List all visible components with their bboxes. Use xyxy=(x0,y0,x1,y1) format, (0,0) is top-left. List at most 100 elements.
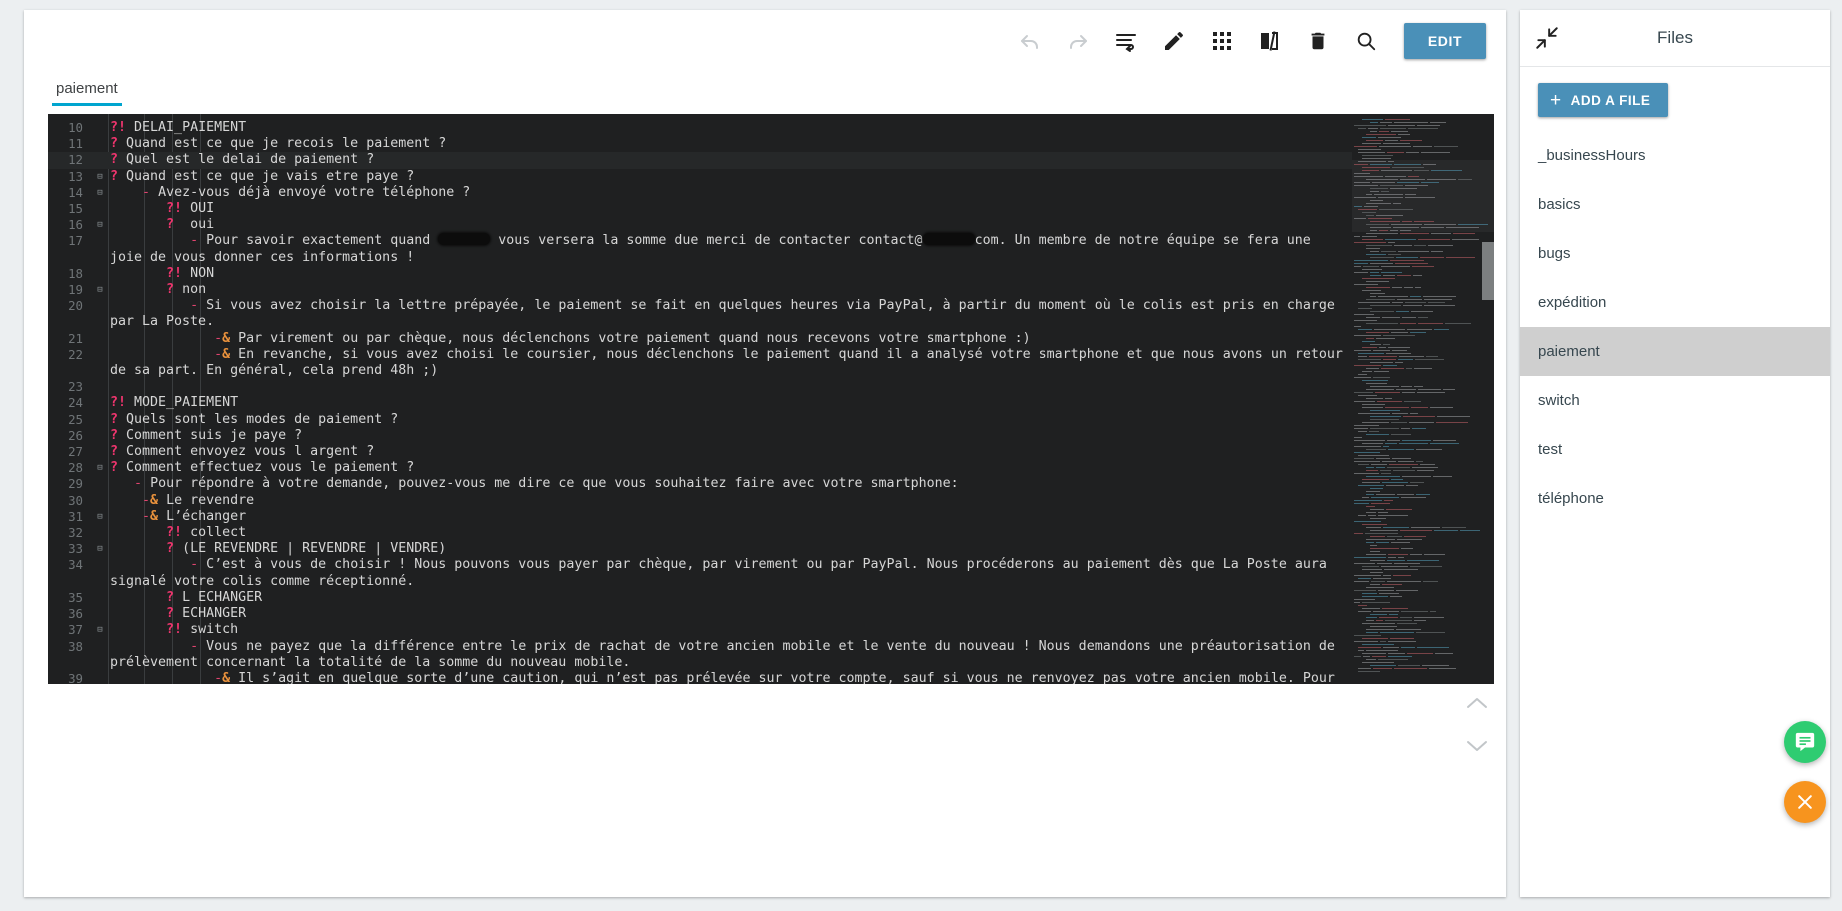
fold-toggle-icon[interactable]: ⊟ xyxy=(92,282,108,298)
code-line[interactable]: 17 - Pour savoir exactement quand vous v… xyxy=(48,233,1352,265)
minimap-segment xyxy=(1381,472,1391,475)
code-editor[interactable]: 10 ?! DELAI_PAIEMENT 11 ? Quand est ce que … xyxy=(48,114,1494,684)
redo-icon[interactable] xyxy=(1054,17,1102,65)
minimap-scrollbar[interactable] xyxy=(1482,242,1494,300)
minimap-segment xyxy=(1366,448,1387,451)
scroll-up-icon[interactable] xyxy=(1466,696,1488,715)
minimap-segment xyxy=(1372,577,1391,580)
edit-button[interactable]: EDIT xyxy=(1404,23,1486,59)
code-line[interactable]: 20 - Si vous avez choisir la lettre prép… xyxy=(48,298,1352,330)
code-line[interactable]: 26 ? Comment suis je paye ? xyxy=(48,428,1352,444)
collapse-icon[interactable] xyxy=(1534,25,1560,51)
code-line[interactable]: 28 ⊟? Comment effectuez vous le paiement … xyxy=(48,460,1352,476)
close-fab[interactable] xyxy=(1784,781,1826,823)
minimap-segment xyxy=(1380,631,1414,634)
code-line[interactable]: 38 - Vous ne payez que la différence ent… xyxy=(48,639,1352,671)
minimap-segment xyxy=(1366,202,1391,205)
tab-paiement[interactable]: paiement xyxy=(52,81,122,106)
code-line[interactable]: 11 ? Quand est ce que je recois le paieme… xyxy=(48,136,1352,152)
fold-toggle-icon[interactable]: ⊟ xyxy=(92,217,108,233)
undo-icon[interactable] xyxy=(1006,17,1054,65)
code-line[interactable]: 25 ? Quels sont les modes de paiement ? xyxy=(48,412,1352,428)
minimap-segment xyxy=(1366,475,1400,478)
fold-toggle-icon[interactable]: ⊟ xyxy=(92,460,108,476)
file-list-item-businesshours[interactable]: _businessHours xyxy=(1520,131,1830,180)
code-line[interactable]: 32 ?! collect xyxy=(48,525,1352,541)
minimap-segment xyxy=(1388,346,1410,349)
code-line-text: ? non xyxy=(166,282,207,298)
file-list-item-label: paiement xyxy=(1538,343,1600,360)
minimap-segment xyxy=(1382,316,1400,319)
minimap-segment xyxy=(1387,466,1410,469)
minimap-segment xyxy=(1370,130,1377,133)
scroll-down-icon[interactable] xyxy=(1466,739,1488,758)
fold-toggle-icon[interactable]: ⊟ xyxy=(92,622,108,638)
code-line[interactable]: 10 ?! DELAI_PAIEMENT xyxy=(48,120,1352,136)
code-line[interactable]: 39 -& Il s’agit en quelque sorte d’une c… xyxy=(48,671,1352,684)
code-line[interactable]: 29 - Pour répondre à votre demande, pouv… xyxy=(48,476,1352,492)
file-list-item-switch[interactable]: switch xyxy=(1520,376,1830,425)
file-list-item-tlphone[interactable]: téléphone xyxy=(1520,474,1830,523)
code-line[interactable]: 35 ? L ECHANGER xyxy=(48,590,1352,606)
code-line[interactable]: 33 ⊟ ? (LE REVENDRE | REVENDRE | VENDRE) xyxy=(48,541,1352,557)
code-line[interactable]: 21 -& Par virement ou par chèque, nous d… xyxy=(48,331,1352,347)
minimap-segment xyxy=(1425,355,1439,358)
file-list-item-expdition[interactable]: expédition xyxy=(1520,278,1830,327)
fold-toggle-icon[interactable]: ⊟ xyxy=(92,541,108,557)
code-line[interactable]: 19 ⊟ ? non xyxy=(48,282,1352,298)
code-minimap[interactable] xyxy=(1352,114,1494,684)
code-line[interactable]: 37 ⊟ ?! switch xyxy=(48,622,1352,638)
file-list-item-basics[interactable]: basics xyxy=(1520,180,1830,229)
minimap-segment xyxy=(1362,622,1396,625)
minimap-segment xyxy=(1362,655,1370,658)
code-line[interactable]: 24 ?! MODE_PAIEMENT xyxy=(48,395,1352,411)
fold-toggle-icon[interactable]: ⊟ xyxy=(92,509,108,525)
code-line[interactable]: 31 ⊟ -& L’échanger xyxy=(48,509,1352,525)
code-line[interactable]: 18 ?! NON xyxy=(48,266,1352,282)
code-line[interactable]: 36 ? ECHANGER xyxy=(48,606,1352,622)
code-line[interactable]: 12 ? Quel est le delai de paiement ? xyxy=(48,152,1352,169)
code-line[interactable]: 14 ⊟ - Avez-vous déjà envoyé votre téléph… xyxy=(48,185,1352,201)
minimap-segment xyxy=(1370,292,1386,295)
search-icon[interactable] xyxy=(1342,17,1390,65)
minimap-segment xyxy=(1398,358,1414,361)
minimap-segment xyxy=(1362,442,1383,445)
minimap-segment xyxy=(1370,256,1395,259)
minimap-segment xyxy=(1382,364,1398,367)
fold-toggle-icon[interactable]: ⊟ xyxy=(92,185,108,201)
minimap-segment xyxy=(1354,556,1386,559)
minimap-segment xyxy=(1362,523,1387,526)
fold-toggle-icon[interactable]: ⊟ xyxy=(92,169,108,185)
minimap-segment xyxy=(1422,664,1449,667)
minimap-segment xyxy=(1418,322,1444,325)
minimap-segment xyxy=(1433,529,1458,532)
pencil-icon[interactable] xyxy=(1150,17,1198,65)
file-list-item-bugs[interactable]: bugs xyxy=(1520,229,1830,278)
trash-icon[interactable] xyxy=(1294,17,1342,65)
grid-icon[interactable] xyxy=(1198,17,1246,65)
minimap-segment xyxy=(1385,484,1405,487)
file-list-item-test[interactable]: test xyxy=(1520,425,1830,474)
code-line[interactable]: 30 -& Le revendre xyxy=(48,493,1352,509)
minimap-segment xyxy=(1387,655,1412,658)
minimap-segment xyxy=(1379,469,1391,472)
code-line[interactable]: 34 - C’est à vous de choisir ! Nous pouv… xyxy=(48,557,1352,589)
split-view-icon[interactable] xyxy=(1246,17,1294,65)
file-list-item-paiement[interactable]: paiement xyxy=(1520,327,1830,376)
add-a-file-button[interactable]: + ADD A FILE xyxy=(1538,83,1669,117)
minimap-segment xyxy=(1379,208,1413,211)
code-line[interactable]: 27 ? Comment envoyez vous l argent ? xyxy=(48,444,1352,460)
code-line-text: -& Par virement ou par chèque, nous décl… xyxy=(214,330,1031,346)
minimap-segment xyxy=(1394,562,1420,565)
code-line[interactable]: 13 ⊟? Quand est ce que je vais etre paye … xyxy=(48,169,1352,185)
minimap-segment xyxy=(1358,301,1391,304)
code-line[interactable]: 23 xyxy=(48,379,1352,395)
code-line[interactable]: 15 ?! OUI xyxy=(48,201,1352,217)
code-lines-container[interactable]: 10 ?! DELAI_PAIEMENT 11 ? Quand est ce que … xyxy=(48,114,1352,684)
code-line[interactable]: 22 -& En revanche, si vous avez choisi l… xyxy=(48,347,1352,379)
format-icon[interactable] xyxy=(1102,17,1150,65)
chat-bubble-fab[interactable] xyxy=(1784,721,1826,763)
code-line[interactable]: 16 ⊟ ? oui xyxy=(48,217,1352,233)
line-number: 22 xyxy=(68,346,83,362)
